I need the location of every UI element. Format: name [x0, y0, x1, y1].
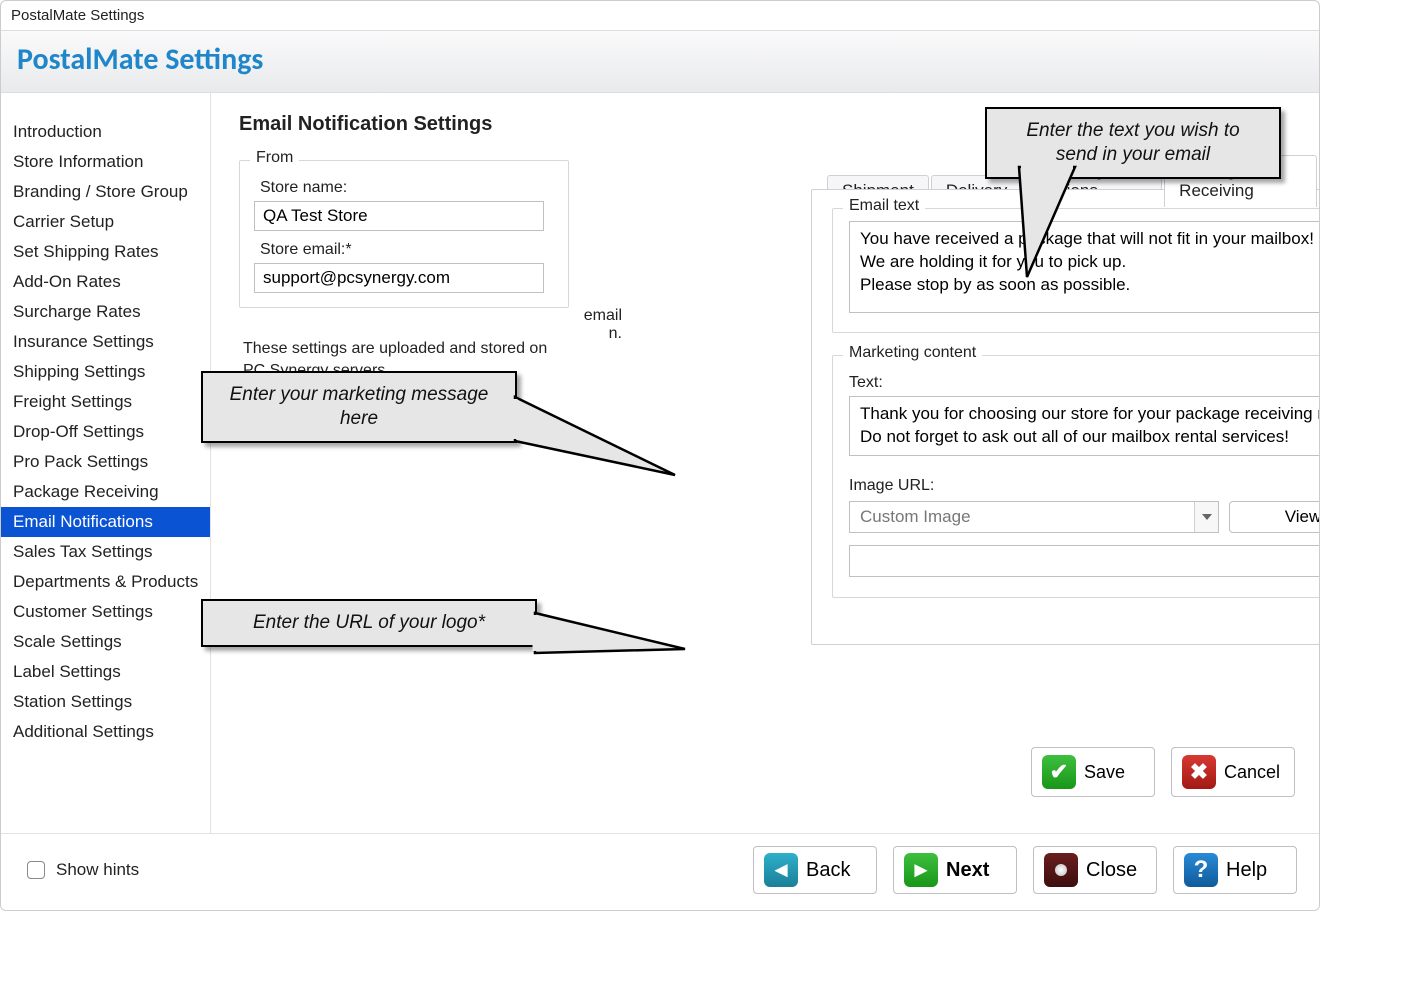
store-name-input[interactable]: [254, 201, 544, 231]
marketing-group: Marketing content Text: Image URL: View …: [832, 355, 1320, 598]
view-image-button[interactable]: View Image: [1229, 501, 1320, 533]
x-icon: ✖: [1182, 755, 1216, 789]
arrow-left-icon: ◄: [764, 853, 798, 887]
help-label: Help: [1226, 859, 1267, 882]
sidebar-item-departments-products[interactable]: Departments & Products: [1, 567, 210, 597]
window-title: PostalMate Settings: [1, 1, 1319, 30]
sidebar-item-additional-settings[interactable]: Additional Settings: [1, 717, 210, 747]
sidebar-item-label-settings[interactable]: Label Settings: [1, 657, 210, 687]
sidebar-item-carrier-setup[interactable]: Carrier Setup: [1, 207, 210, 237]
back-button[interactable]: ◄ Back: [753, 846, 877, 894]
marketing-text-label: Text:: [849, 374, 1320, 392]
cancel-button[interactable]: ✖ Cancel: [1171, 747, 1295, 797]
sidebar-item-station-settings[interactable]: Station Settings: [1, 687, 210, 717]
image-source-value[interactable]: [849, 501, 1219, 533]
callout-email-text: Enter the text you wish to send in your …: [985, 107, 1281, 179]
chevron-down-icon[interactable]: [1194, 502, 1218, 532]
store-email-label: Store email:*: [260, 241, 554, 259]
from-legend: From: [250, 149, 299, 167]
settings-window: PostalMate Settings PostalMate Settings …: [0, 0, 1320, 911]
marketing-text-input[interactable]: [849, 396, 1320, 456]
sidebar-item-email-notifications[interactable]: Email Notifications: [1, 507, 210, 537]
truncated-note: email n.: [584, 307, 622, 343]
sidebar-item-store-information[interactable]: Store Information: [1, 147, 210, 177]
check-icon: ✔: [1042, 755, 1076, 789]
store-email-input[interactable]: [254, 263, 544, 293]
page-title: PostalMate Settings: [17, 41, 1303, 78]
help-icon: ?: [1184, 853, 1218, 887]
footer-bar: Show hints ◄ Back ► Next Close ? Help: [1, 833, 1319, 910]
sidebar-item-package-receiving[interactable]: Package Receiving: [1, 477, 210, 507]
email-text-legend: Email text: [843, 197, 925, 215]
sidebar-item-shipping-settings[interactable]: Shipping Settings: [1, 357, 210, 387]
close-button[interactable]: Close: [1033, 846, 1157, 894]
sidebar-item-insurance-settings[interactable]: Insurance Settings: [1, 327, 210, 357]
from-group: From Store name: Store email:* email n.: [239, 160, 569, 308]
close-icon: [1044, 853, 1078, 887]
show-hints-toggle[interactable]: Show hints: [23, 858, 139, 882]
settings-sidebar: IntroductionStore InformationBranding / …: [1, 93, 211, 833]
next-label: Next: [946, 859, 989, 882]
callout-marketing: Enter your marketing message here: [201, 371, 517, 443]
sidebar-item-set-shipping-rates[interactable]: Set Shipping Rates: [1, 237, 210, 267]
actions-row: ✔ Save ✖ Cancel: [1031, 747, 1295, 797]
save-button[interactable]: ✔ Save: [1031, 747, 1155, 797]
sidebar-item-introduction[interactable]: Introduction: [1, 117, 210, 147]
arrow-right-icon: ►: [904, 853, 938, 887]
callout-logo-url: Enter the URL of your logo*: [201, 599, 537, 647]
image-url-label: Image URL:: [849, 477, 1320, 495]
sidebar-item-scale-settings[interactable]: Scale Settings: [1, 627, 210, 657]
sidebar-item-branding-store-group[interactable]: Branding / Store Group: [1, 177, 210, 207]
sidebar-item-customer-settings[interactable]: Customer Settings: [1, 597, 210, 627]
sidebar-item-pro-pack-settings[interactable]: Pro Pack Settings: [1, 447, 210, 477]
marketing-legend: Marketing content: [843, 344, 982, 362]
close-label: Close: [1086, 859, 1137, 882]
show-hints-label: Show hints: [56, 860, 139, 880]
next-button[interactable]: ► Next: [893, 846, 1017, 894]
image-url-row: View Image: [849, 501, 1320, 533]
store-name-label: Store name:: [260, 179, 554, 197]
image-source-combo[interactable]: [849, 501, 1219, 533]
back-label: Back: [806, 859, 850, 882]
sidebar-item-freight-settings[interactable]: Freight Settings: [1, 387, 210, 417]
show-hints-checkbox[interactable]: [27, 861, 45, 879]
help-button[interactable]: ? Help: [1173, 846, 1297, 894]
header-band: PostalMate Settings: [1, 30, 1319, 93]
view-image-label: View Image: [1285, 507, 1320, 527]
main-panel: Email Notification Settings From Store n…: [211, 93, 1319, 833]
sidebar-item-drop-off-settings[interactable]: Drop-Off Settings: [1, 417, 210, 447]
footer-nav: ◄ Back ► Next Close ? Help: [753, 846, 1297, 894]
image-url-input[interactable]: [849, 545, 1320, 577]
save-label: Save: [1084, 762, 1125, 783]
sidebar-item-surcharge-rates[interactable]: Surcharge Rates: [1, 297, 210, 327]
cancel-label: Cancel: [1224, 762, 1280, 783]
sidebar-item-sales-tax-settings[interactable]: Sales Tax Settings: [1, 537, 210, 567]
sidebar-item-add-on-rates[interactable]: Add-On Rates: [1, 267, 210, 297]
